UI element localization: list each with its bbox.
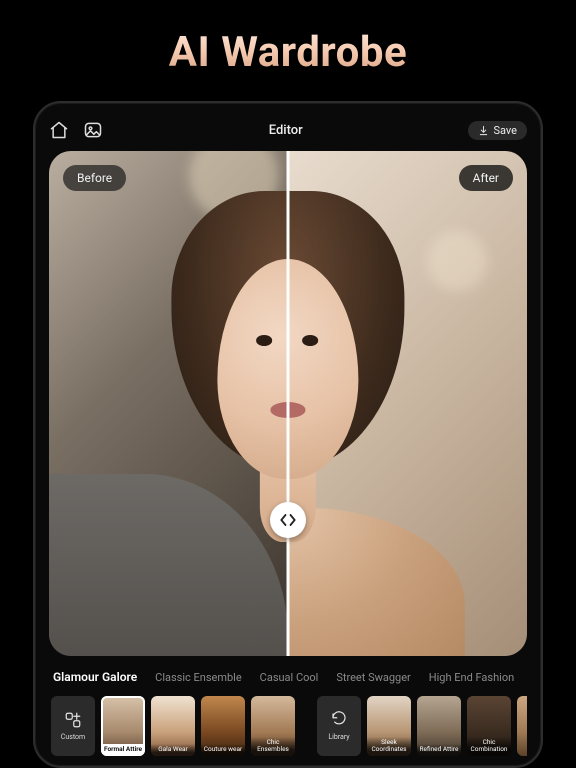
thumb-extra[interactable] [517,696,527,756]
before-after-preview[interactable]: Before After [49,151,527,656]
thumb-label: Chic Combination [467,737,511,756]
thumb-formal-attire[interactable]: Formal Attire [101,696,145,756]
editor-topbar: Editor Save [49,117,527,143]
library-button[interactable]: Library [317,696,361,756]
thumb-label: Couture wear [201,744,245,756]
save-button[interactable]: Save [468,121,527,140]
compare-divider [287,151,290,656]
thumb-chic-combination[interactable]: Chic Combination [467,696,511,756]
before-pill: Before [63,165,126,191]
thumb-label: Chic Ensembles [251,737,295,756]
library-label: Library [328,733,349,741]
custom-label: Custom [61,733,85,741]
thumb-refined-attire[interactable]: Refined Attire [417,696,461,756]
save-button-label: Save [493,124,517,137]
tab-street-swagger[interactable]: Street Swagger [336,671,410,684]
gallery-icon[interactable] [83,120,103,140]
thumb-chic-ensembles[interactable]: Chic Ensembles [251,696,295,756]
after-pill: After [459,165,513,191]
thumb-label: Formal Attire [101,744,145,756]
home-icon[interactable] [49,120,69,140]
thumb-label: Sleek Coordinates [367,737,411,756]
hero-title: AI Wardrobe [169,28,407,77]
tablet-frame: Editor Save [33,101,543,768]
tab-high-end-fashion[interactable]: High End Fashion [429,671,514,684]
thumb-couture-wear[interactable]: Couture wear [201,696,245,756]
style-thumbnails: Custom Formal Attire Gala Wear Couture w… [49,696,527,756]
compare-slider-handle[interactable] [270,502,306,538]
tab-casual-cool[interactable]: Casual Cool [260,671,319,684]
thumb-label: Gala Wear [151,744,195,756]
thumb-sleek-coordinates[interactable]: Sleek Coordinates [367,696,411,756]
custom-style-button[interactable]: Custom [51,696,95,756]
thumb-label: Refined Attire [417,744,461,756]
style-category-tabs: Glamour Galore Classic Ensemble Casual C… [49,670,527,684]
screen-title: Editor [103,123,468,138]
tab-classic-ensemble[interactable]: Classic Ensemble [155,671,242,684]
thumb-gala-wear[interactable]: Gala Wear [151,696,195,756]
tab-glamour-galore[interactable]: Glamour Galore [53,670,137,684]
